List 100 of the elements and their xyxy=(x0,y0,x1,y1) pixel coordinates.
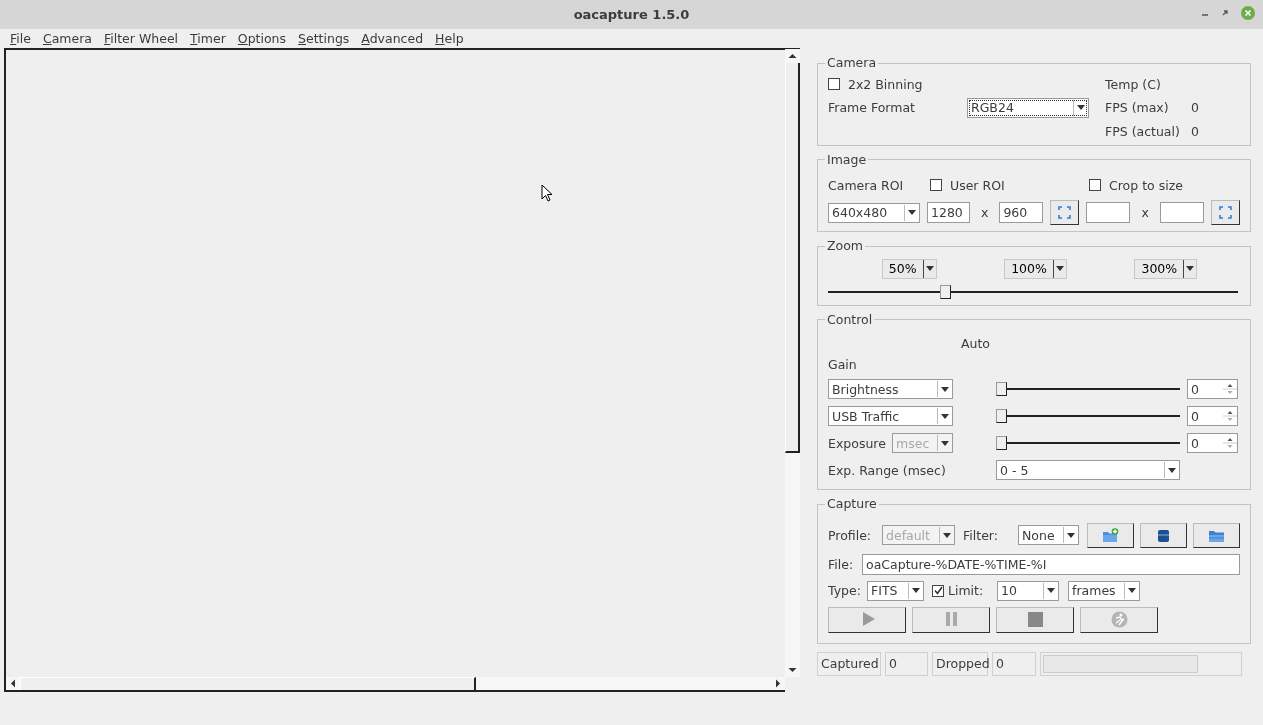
caret-icon xyxy=(942,532,951,538)
menu-item[interactable]: Filter Wheel xyxy=(98,31,185,46)
checkbox[interactable] xyxy=(1089,179,1101,191)
status-value: 0 xyxy=(885,651,928,676)
status-value: 0 xyxy=(992,651,1036,676)
spin-box[interactable]: 0 xyxy=(1187,433,1238,453)
caret-icon xyxy=(1186,266,1195,271)
checkbox[interactable] xyxy=(828,78,840,90)
slider-thumb[interactable] xyxy=(996,436,1007,450)
toolbar-button[interactable] xyxy=(1087,522,1134,548)
field-label: Type: xyxy=(828,583,862,598)
group-title: Camera xyxy=(826,57,878,70)
playback-button[interactable] xyxy=(996,606,1074,633)
input-field[interactable] xyxy=(1086,202,1131,223)
scrollbar-thumb[interactable] xyxy=(785,63,800,453)
vertical-scrollbar[interactable] xyxy=(785,48,800,677)
maximize-icon[interactable] xyxy=(1221,9,1229,17)
dropdown[interactable]: RGB24 xyxy=(967,97,1089,118)
input-field[interactable] xyxy=(1159,202,1204,223)
dropdown[interactable]: Brightness xyxy=(828,379,953,399)
checkbox[interactable] xyxy=(932,584,944,597)
toolbar-button[interactable] xyxy=(1140,522,1187,548)
menu-item[interactable]: Settings xyxy=(292,31,356,46)
stop-icon xyxy=(1025,610,1045,629)
field-label: Exp. Range (msec) xyxy=(828,462,947,478)
slider[interactable] xyxy=(996,382,1180,396)
column-label: Auto xyxy=(961,336,992,351)
caret-icon xyxy=(1076,105,1085,110)
dropdown[interactable]: 10 xyxy=(997,580,1059,601)
status-label: Captured xyxy=(817,651,881,676)
dropdown[interactable]: None xyxy=(1018,525,1079,545)
caret-icon xyxy=(940,440,949,446)
field-label: Profile: xyxy=(828,527,873,543)
dropdown[interactable]: USB Traffic xyxy=(828,406,953,426)
slider-thumb[interactable] xyxy=(996,382,1007,396)
caret-icon xyxy=(1066,532,1075,538)
menu-item[interactable]: Options xyxy=(231,31,293,46)
caret-icon xyxy=(911,588,920,593)
dropdown[interactable]: FITS xyxy=(867,580,924,601)
running-figure-icon xyxy=(1109,610,1129,629)
field-label: FPS (max) xyxy=(1105,100,1170,115)
fit-button[interactable] xyxy=(1210,200,1240,225)
checkbox[interactable] xyxy=(930,179,942,191)
expand-icon xyxy=(1218,206,1232,219)
separator-text: x xyxy=(1140,205,1150,220)
slider[interactable] xyxy=(996,436,1180,450)
dropdown[interactable]: frames xyxy=(1068,580,1140,601)
dropdown[interactable]: 640x480 xyxy=(828,202,920,223)
field-label: Exposure xyxy=(828,435,886,451)
input-field[interactable]: 1280 xyxy=(927,202,970,223)
caret-icon xyxy=(1055,266,1064,271)
playback-button[interactable] xyxy=(1080,606,1158,633)
field-label: Camera ROI xyxy=(828,177,905,193)
field-label: File: xyxy=(828,556,855,572)
caret-icon xyxy=(940,386,949,392)
new-folder-icon xyxy=(1102,527,1119,543)
checkbox-label: Limit: xyxy=(948,583,984,598)
close-icon[interactable] xyxy=(1241,6,1255,20)
file-name-field[interactable]: oaCapture-%DATE-%TIME-%I xyxy=(862,553,1240,575)
mouse-pointer-icon xyxy=(541,184,553,202)
spin-box[interactable]: 0 xyxy=(1187,406,1238,426)
horizontal-scrollbar[interactable] xyxy=(4,677,785,692)
fit-button[interactable] xyxy=(1050,200,1080,225)
menu-item[interactable]: Advanced xyxy=(355,31,430,46)
caret-icon xyxy=(1167,467,1176,473)
slider-thumb[interactable] xyxy=(996,409,1007,423)
spin-box[interactable]: 0 xyxy=(1187,379,1238,399)
zoom-preset-button[interactable]: 300% xyxy=(1134,258,1198,279)
expand-icon xyxy=(1058,206,1072,219)
checkmark-icon xyxy=(933,586,943,595)
menu-item[interactable]: Help xyxy=(429,31,470,46)
window-title: oacapture 1.5.0 xyxy=(573,6,690,23)
checkbox-label: 2x2 Binning xyxy=(848,76,923,92)
group-title: Zoom xyxy=(826,240,865,253)
playback-button[interactable] xyxy=(828,606,906,633)
toolbar-button[interactable] xyxy=(1193,522,1240,548)
field-value: 0 xyxy=(1191,100,1200,115)
group-title: Image xyxy=(826,153,868,166)
slider[interactable] xyxy=(828,284,1238,299)
checkbox-label: Crop to size xyxy=(1109,177,1183,193)
field-label: Gain xyxy=(828,357,858,372)
status-label: Dropped xyxy=(932,651,988,676)
slider-thumb[interactable] xyxy=(939,284,951,299)
menu-item[interactable]: Camera xyxy=(36,31,98,46)
caret-icon xyxy=(907,210,916,215)
group-title: Control xyxy=(826,313,874,326)
menu-item[interactable]: File xyxy=(4,31,37,46)
field-value: 0 xyxy=(1191,123,1200,139)
caret-icon xyxy=(1127,588,1136,593)
zoom-preset-button[interactable]: 50% xyxy=(881,258,937,279)
field-label: FPS (actual) xyxy=(1105,123,1181,139)
input-field[interactable]: 960 xyxy=(999,202,1044,223)
field-label: Frame Format xyxy=(828,100,916,115)
caret-icon xyxy=(940,413,949,419)
group-title: Capture xyxy=(826,498,878,511)
menu-item[interactable]: Timer xyxy=(184,31,232,46)
zoom-preset-button[interactable]: 100% xyxy=(1004,258,1067,279)
dropdown[interactable]: 0 - 5 xyxy=(996,460,1180,480)
playback-button[interactable] xyxy=(912,606,990,633)
slider[interactable] xyxy=(996,409,1180,423)
